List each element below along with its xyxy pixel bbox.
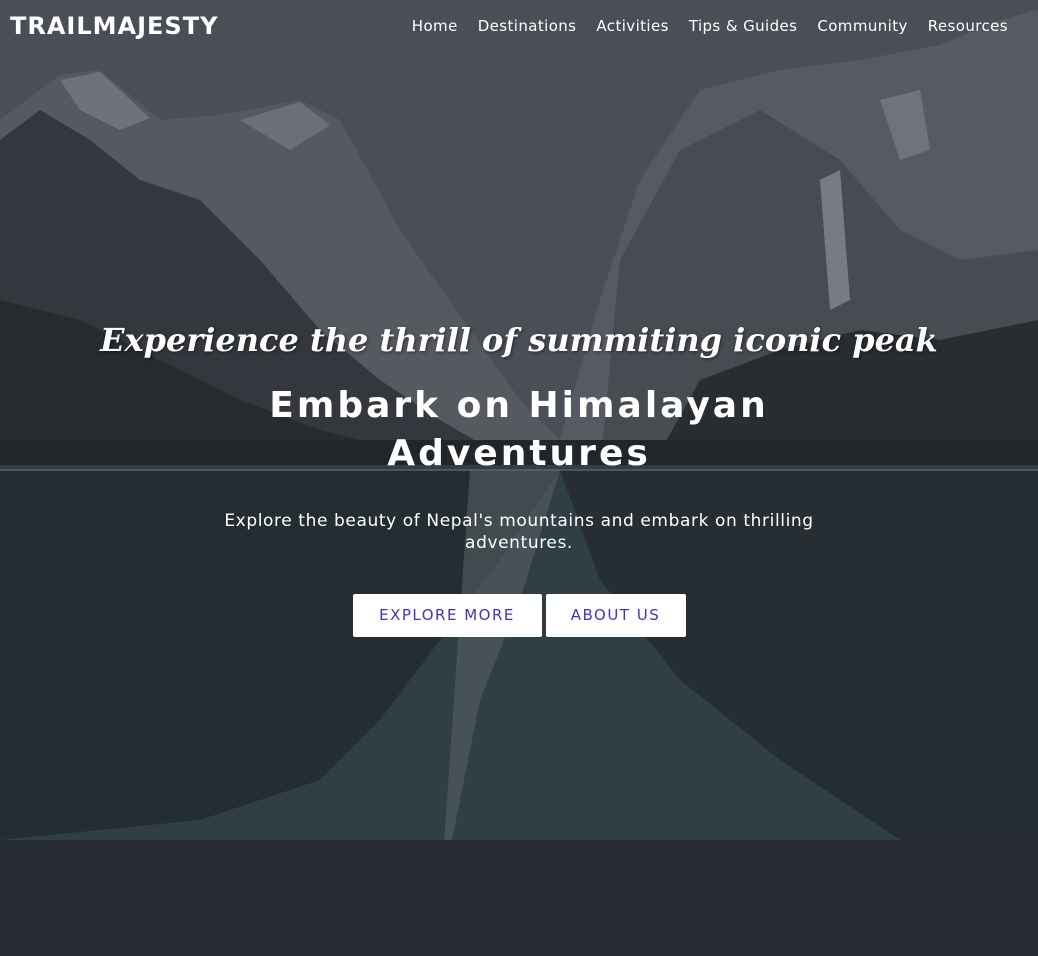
brand-logo[interactable]: TRAILMAJESTY xyxy=(10,12,218,40)
nav-item-destinations[interactable]: Destinations xyxy=(478,17,577,35)
about-us-button[interactable]: ABOUT US xyxy=(545,594,686,637)
top-navigation: TRAILMAJESTY Home Destinations Activitie… xyxy=(0,0,1038,52)
hero-subtext: Explore the beauty of Nepal's mountains … xyxy=(224,511,814,553)
hero-content: Experience the thrill of summiting iconi… xyxy=(0,312,1038,637)
main-menu: Home Destinations Activities Tips & Guid… xyxy=(412,17,1008,35)
nav-item-tips-guides[interactable]: Tips & Guides xyxy=(689,17,798,35)
nav-item-activities[interactable]: Activities xyxy=(596,17,668,35)
hero-buttons: EXPLORE MORE ABOUT US xyxy=(0,594,1038,637)
nav-item-resources[interactable]: Resources xyxy=(928,17,1008,35)
nav-item-home[interactable]: Home xyxy=(412,17,458,35)
hero-headline: Embark on Himalayan Adventures xyxy=(269,385,769,474)
explore-more-button[interactable]: EXPLORE MORE xyxy=(352,594,542,637)
nav-item-community[interactable]: Community xyxy=(817,17,907,35)
hero-section: TRAILMAJESTY Home Destinations Activitie… xyxy=(0,0,1038,956)
hero-tagline: Experience the thrill of summiting iconi… xyxy=(100,321,938,359)
